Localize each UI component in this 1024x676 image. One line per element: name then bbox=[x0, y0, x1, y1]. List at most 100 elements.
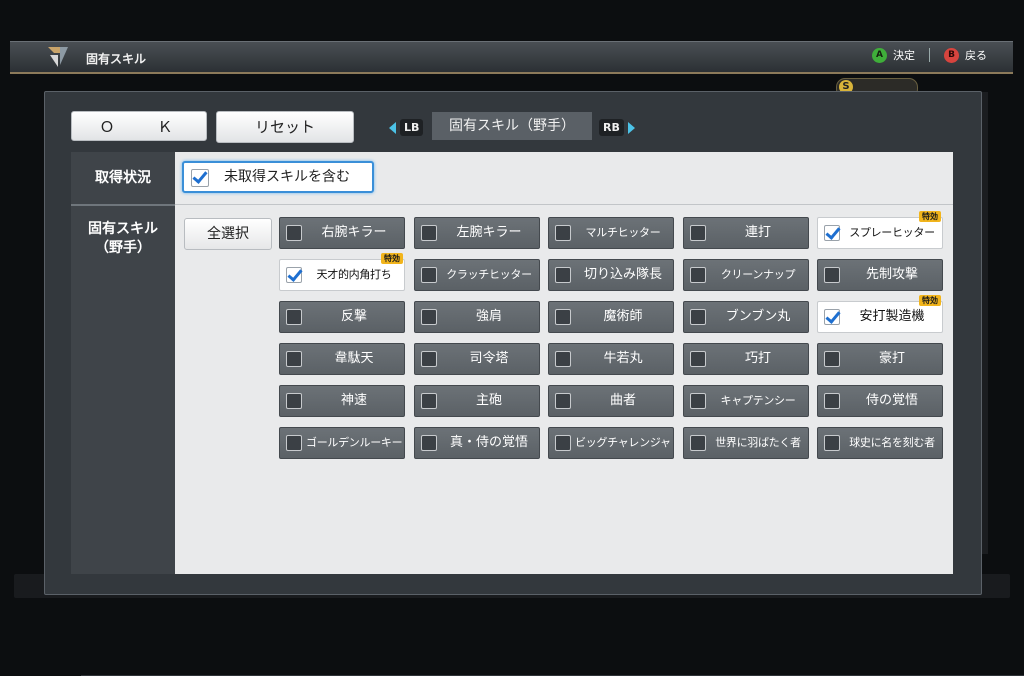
screen-title: 固有スキル bbox=[86, 52, 147, 66]
skill-name: 神速 bbox=[340, 393, 367, 408]
skill-name: クリーンナップ bbox=[720, 268, 796, 281]
b-button-icon: B bbox=[944, 47, 959, 63]
skill-name: 魔術師 bbox=[603, 309, 643, 324]
skill-toggle[interactable]: 天才的内角打ち 特効 bbox=[279, 253, 405, 291]
skill-name: キャプテンシー bbox=[720, 394, 796, 407]
skill-toggle[interactable]: スプレーヒッター 特効 bbox=[817, 211, 943, 249]
skill-filter-panel: Ｏ Ｋ リセット LB 固有スキル（野手） RB 取得状況 固有スキル （野手）… bbox=[44, 91, 1024, 676]
checkbox-unchecked-icon bbox=[286, 351, 302, 367]
special-effect-badge: 特効 bbox=[919, 211, 941, 222]
skill-name: スプレーヒッター bbox=[849, 226, 935, 239]
confirm-hint[interactable]: 決定 bbox=[893, 47, 915, 63]
special-effect-badge: 特効 bbox=[919, 295, 941, 306]
skill-name: 侍の覚悟 bbox=[865, 393, 918, 408]
checkbox-checked-icon bbox=[824, 309, 840, 325]
skill-toggle[interactable]: クリーンナップ bbox=[683, 259, 809, 291]
include-unacquired-label: 未取得スキルを含む bbox=[224, 169, 350, 185]
checkbox-unchecked-icon bbox=[421, 225, 437, 241]
skill-toggle[interactable]: 真・侍の覚悟 bbox=[414, 427, 540, 459]
a-button-icon: A bbox=[872, 47, 887, 63]
skill-toggle[interactable]: 右腕キラー bbox=[279, 217, 405, 249]
lb-button-icon[interactable]: LB bbox=[400, 119, 424, 136]
skill-toggle[interactable]: 韋駄天 bbox=[279, 343, 405, 375]
skill-toggle[interactable]: 強肩 bbox=[414, 301, 540, 333]
category-label: 固有スキル（野手） bbox=[432, 112, 592, 140]
skill-toggle[interactable]: ゴールデンルーキー bbox=[279, 427, 405, 459]
skill-name: 司令塔 bbox=[469, 351, 509, 366]
skill-name: 先制攻撃 bbox=[865, 267, 918, 282]
skills-label: 固有スキル （野手） bbox=[71, 220, 175, 258]
skill-grid: 右腕キラー 左腕キラー マルチヒッター 連打 スプレーヒッター 特効 天才的内角打ち 特効 クラ… bbox=[279, 211, 943, 465]
skill-toggle[interactable]: 曲者 bbox=[548, 385, 674, 417]
skill-name: 豪打 bbox=[878, 351, 905, 366]
checkbox-unchecked-icon bbox=[555, 393, 571, 409]
checkbox-unchecked-icon bbox=[286, 309, 302, 325]
skill-toggle[interactable]: 切り込み隊長 bbox=[548, 259, 674, 291]
checkbox-unchecked-icon bbox=[421, 309, 437, 325]
skill-toggle[interactable]: ビッグチャレンジャー bbox=[548, 427, 674, 459]
skill-name: ゴールデンルーキー bbox=[306, 436, 402, 449]
skill-name: 右腕キラー bbox=[321, 225, 387, 240]
checkbox-unchecked-icon bbox=[690, 435, 706, 451]
skill-toggle[interactable]: 左腕キラー bbox=[414, 217, 540, 249]
checkbox-unchecked-icon bbox=[555, 267, 571, 283]
checkbox-unchecked-icon bbox=[421, 435, 437, 451]
skill-toggle[interactable]: 魔術師 bbox=[548, 301, 674, 333]
top-bar: 固有スキル A 決定 B 戻る bbox=[10, 41, 1013, 74]
skill-toggle[interactable]: ブンブン丸 bbox=[683, 301, 809, 333]
checkbox-unchecked-icon bbox=[824, 351, 840, 367]
filter-label-column bbox=[71, 152, 175, 574]
app-logo-icon bbox=[48, 47, 68, 67]
skill-name: 左腕キラー bbox=[456, 225, 522, 240]
reset-button[interactable]: リセット bbox=[216, 111, 354, 143]
skill-toggle[interactable]: 牛若丸 bbox=[548, 343, 674, 375]
skill-name: 安打製造機 bbox=[859, 309, 925, 324]
skill-toggle[interactable]: 世界に羽ばたく者 bbox=[683, 427, 809, 459]
checkbox-unchecked-icon bbox=[824, 267, 840, 283]
prev-category-arrow-icon[interactable] bbox=[389, 122, 396, 134]
skill-name: 真・侍の覚悟 bbox=[449, 435, 528, 450]
include-unacquired-checkbox[interactable]: 未取得スキルを含む bbox=[182, 161, 374, 193]
skill-toggle[interactable]: 主砲 bbox=[414, 385, 540, 417]
skill-toggle[interactable]: クラッチヒッター bbox=[414, 259, 540, 291]
skill-name: 球史に名を刻む者 bbox=[849, 436, 935, 449]
skill-toggle[interactable]: 先制攻撃 bbox=[817, 259, 943, 291]
skill-name: 巧打 bbox=[744, 351, 771, 366]
skill-toggle[interactable]: 神速 bbox=[279, 385, 405, 417]
checkbox-checked-icon bbox=[191, 169, 209, 187]
skill-name: ビッグチャレンジャー bbox=[575, 436, 671, 449]
checkbox-unchecked-icon bbox=[286, 435, 302, 451]
skill-toggle[interactable]: 連打 bbox=[683, 217, 809, 249]
skill-toggle[interactable]: 反撃 bbox=[279, 301, 405, 333]
select-all-button[interactable]: 全選択 bbox=[184, 218, 272, 250]
status-label: 取得状況 bbox=[95, 170, 151, 186]
skill-toggle[interactable]: マルチヒッター bbox=[548, 217, 674, 249]
next-category-arrow-icon[interactable] bbox=[628, 122, 635, 134]
skill-name: マルチヒッター bbox=[585, 226, 661, 239]
skill-name: 世界に羽ばたく者 bbox=[715, 436, 801, 449]
checkbox-unchecked-icon bbox=[555, 225, 571, 241]
rb-button-icon[interactable]: RB bbox=[599, 119, 624, 136]
skill-name: 韋駄天 bbox=[334, 351, 374, 366]
checkbox-unchecked-icon bbox=[555, 309, 571, 325]
skill-toggle[interactable]: 司令塔 bbox=[414, 343, 540, 375]
ok-button[interactable]: Ｏ Ｋ bbox=[71, 111, 207, 141]
back-hint[interactable]: 戻る bbox=[965, 47, 987, 63]
checkbox-unchecked-icon bbox=[690, 267, 706, 283]
checkbox-unchecked-icon bbox=[421, 267, 437, 283]
checkbox-unchecked-icon bbox=[824, 435, 840, 451]
checkbox-checked-icon bbox=[824, 225, 840, 241]
skill-toggle[interactable]: 球史に名を刻む者 bbox=[817, 427, 943, 459]
skill-toggle[interactable]: 安打製造機 特効 bbox=[817, 295, 943, 333]
skill-name: 連打 bbox=[744, 225, 771, 240]
button-hints: A 決定 B 戻る bbox=[872, 47, 987, 63]
checkbox-unchecked-icon bbox=[690, 351, 706, 367]
skill-toggle[interactable]: キャプテンシー bbox=[683, 385, 809, 417]
skill-toggle[interactable]: 巧打 bbox=[683, 343, 809, 375]
skill-toggle[interactable]: 侍の覚悟 bbox=[817, 385, 943, 417]
label-divider bbox=[71, 204, 175, 206]
checkbox-unchecked-icon bbox=[690, 225, 706, 241]
skill-name: 強肩 bbox=[475, 309, 502, 324]
skill-name: 曲者 bbox=[609, 393, 636, 408]
skill-toggle[interactable]: 豪打 bbox=[817, 343, 943, 375]
